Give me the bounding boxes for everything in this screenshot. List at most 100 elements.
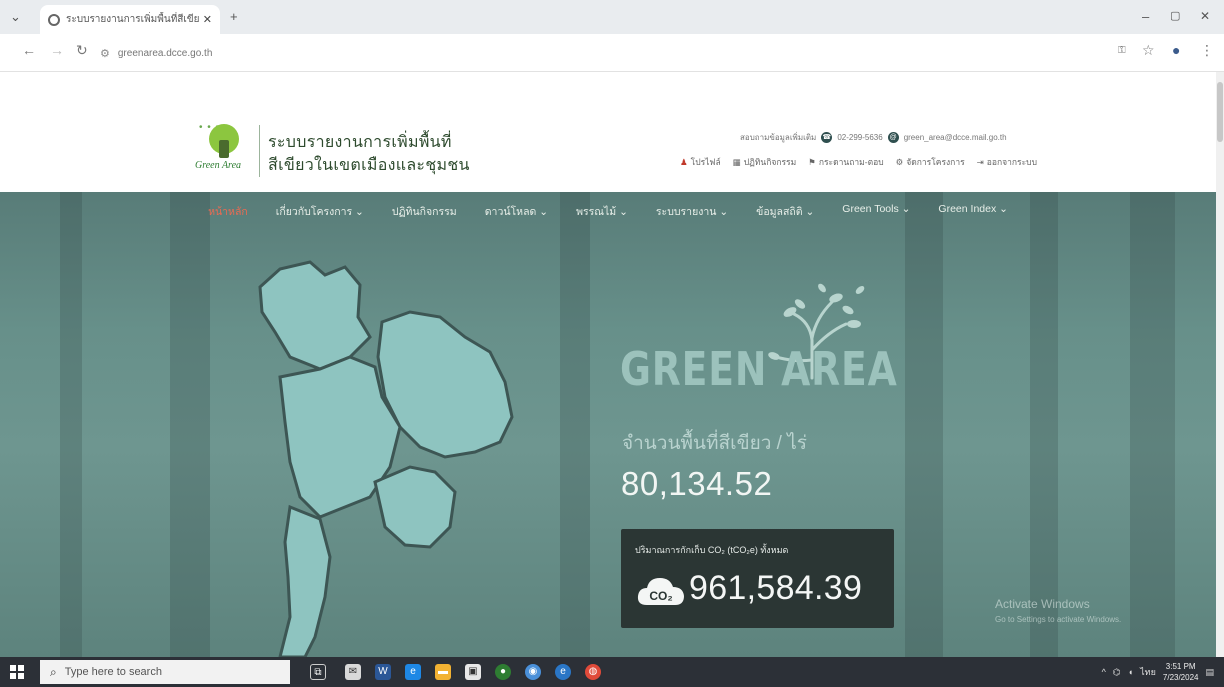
bg-trunk <box>60 192 82 657</box>
reload-icon[interactable]: ↻ <box>76 42 88 59</box>
activate-windows-watermark: Activate Windows Go to Settings to activ… <box>995 597 1121 627</box>
site-title-line1: ระบบรายงานการเพิ่มพื้นที่ <box>268 134 452 151</box>
contact-email[interactable]: green_area@dcce.mail.go.th <box>904 133 1007 142</box>
contact-info: สอบถามข้อมูลเพิ่มเติม ☎ 02-299-5636 @ gr… <box>740 131 1007 144</box>
menu-download[interactable]: ดาวน์โหลด ⌄ <box>485 203 548 229</box>
link-calendar[interactable]: ▦ ปฏิทินกิจกรรม <box>733 155 797 169</box>
co2-value: 961,584.39 <box>689 569 863 607</box>
green-area-value: 80,134.52 <box>621 465 773 502</box>
address-bar-row: ← → ↻ ⚙ greenarea.dcce.go.th ⚿ ☆ ● ⋮ <box>0 34 1224 72</box>
forward-icon[interactable]: → <box>50 42 64 58</box>
menu-plants[interactable]: พรรณไม้ ⌄ <box>576 203 628 229</box>
contact-phone[interactable]: 02-299-5636 <box>837 133 882 142</box>
notification-icon[interactable]: ▤ <box>1205 667 1214 678</box>
menu-statistics[interactable]: ข้อมูลสถิติ ⌄ <box>756 203 814 229</box>
bookmark-star-icon[interactable]: ☆ <box>1142 42 1155 59</box>
logo-tree-icon <box>219 140 229 158</box>
close-window-button[interactable]: ✕ <box>1200 9 1210 23</box>
back-icon[interactable]: ← <box>22 42 36 58</box>
site-title-line2: สีเขียวในเขตเมืองและชุมชน <box>268 157 470 174</box>
logout-icon: ⇥ <box>976 157 984 167</box>
clock-time: 3:51 PM <box>1165 662 1196 671</box>
link-qa-board[interactable]: ⚑ กระดานถาม-ตอบ <box>808 155 883 169</box>
store-icon[interactable]: ▣ <box>465 664 481 680</box>
hero-subtitle: จำนวนพื้นที่สีเขียว / ไร่ <box>622 433 807 454</box>
flag-icon: ⚑ <box>808 157 816 167</box>
menu-calendar[interactable]: ปฏิทินกิจกรรม <box>392 203 457 229</box>
windows-taskbar: ⌕ Type here to search ⧉ ✉ W e ▬ ▣ ● ◉ e … <box>0 657 1224 687</box>
browser-tab[interactable]: ระบบรายงานการเพิ่มพื้นที่สีเขียว ✕ <box>40 5 220 34</box>
menu-green-tools[interactable]: Green Tools ⌄ <box>842 203 910 229</box>
site-header: • • • Green Area ระบบรายงานการเพิ่มพื้นท… <box>0 72 1216 192</box>
url-text: greenarea.dcce.go.th <box>117 47 213 59</box>
thailand-map[interactable] <box>250 257 550 657</box>
maximize-button[interactable]: ▢ <box>1170 9 1180 22</box>
map-region-east <box>373 465 457 549</box>
url-field[interactable]: ⚙ greenarea.dcce.go.th <box>100 40 1100 66</box>
menu-green-index[interactable]: Green Index ⌄ <box>938 203 1008 229</box>
browser-tab-bar: ⌄ ระบบรายงานการเพิ่มพื้นที่สีเขียว ✕ + –… <box>0 0 1224 34</box>
watermark-line1: Activate Windows <box>995 597 1090 611</box>
tab-search-icon[interactable]: ⌄ <box>10 9 21 25</box>
bg-trunk <box>170 192 210 657</box>
watermark-line2: Go to Settings to activate Windows. <box>995 615 1122 624</box>
minimize-button[interactable]: – <box>1142 9 1149 24</box>
edge-icon[interactable]: e <box>405 664 421 680</box>
calendar-icon: ▦ <box>732 157 741 167</box>
word-icon[interactable]: W <box>375 664 391 680</box>
new-tab-button[interactable]: + <box>230 9 238 24</box>
profile-icon[interactable]: ● <box>1172 42 1180 58</box>
contact-label: สอบถามข้อมูลเพิ่มเติม <box>740 133 817 142</box>
phone-icon: ☎ <box>821 132 833 143</box>
site-info-icon[interactable]: ⚙ <box>100 47 110 60</box>
internet-explorer-icon[interactable]: e <box>555 664 571 680</box>
chrome-icon[interactable]: ◍ <box>585 664 601 680</box>
gear-icon: ⚙ <box>895 157 904 167</box>
network-icon[interactable]: ⌬ <box>1113 667 1121 678</box>
hero-title: GREEN AREA <box>620 342 898 396</box>
system-tray: ^ ⌬ ◖ ไทย 3:51 PM 7/23/2024 ▤ <box>1102 661 1214 683</box>
language-icon[interactable]: ไทย <box>1140 665 1156 679</box>
header-links: ♟ โปรไฟล์ ▦ ปฏิทินกิจกรรม ⚑ กระดานถาม-ตอบ ⚙… <box>680 155 1037 169</box>
co2-label: ปริมาณการกักเก็บ CO₂ (tCO₂e) ทั้งหมด <box>635 545 789 555</box>
taskbar-clock[interactable]: 3:51 PM 7/23/2024 <box>1163 661 1199 683</box>
clock-date: 7/23/2024 <box>1162 673 1199 682</box>
scrollbar-thumb[interactable] <box>1217 82 1223 142</box>
bg-trunk <box>905 192 943 657</box>
main-menu: หน้าหลัก เกี่ยวกับโครงการ ⌄ ปฏิทินกิจกรร… <box>0 203 1216 229</box>
tab-title: ระบบรายงานการเพิ่มพื้นที่สีเขียว <box>66 14 199 25</box>
co2-badge-text: CO₂ <box>649 589 672 603</box>
volume-icon[interactable]: ◖ <box>1128 667 1133 677</box>
mail-icon[interactable]: ✉ <box>345 664 361 680</box>
menu-report[interactable]: ระบบรายงาน ⌄ <box>656 203 728 229</box>
password-key-icon[interactable]: ⚿ <box>1118 45 1126 56</box>
search-placeholder: Type here to search <box>64 666 162 678</box>
task-view-icon[interactable]: ⧉ <box>310 664 326 680</box>
link-profile[interactable]: ♟ โปรไฟล์ <box>680 155 721 169</box>
taskbar-search-input[interactable]: ⌕ Type here to search <box>40 660 290 684</box>
app-icon[interactable]: ◉ <box>525 664 541 680</box>
bg-trunk <box>560 192 590 657</box>
link-manage-project[interactable]: ⚙ จัดการโครงการ <box>896 155 965 169</box>
menu-about[interactable]: เกี่ยวกับโครงการ ⌄ <box>276 203 364 229</box>
co2-cloud-icon: CO₂ <box>637 578 684 605</box>
co2-panel: ปริมาณการกักเก็บ CO₂ (tCO₂e) ทั้งหมด CO₂… <box>621 529 894 628</box>
file-explorer-icon[interactable]: ▬ <box>435 664 451 680</box>
map-region-north <box>258 260 372 371</box>
browser-menu-icon[interactable]: ⋮ <box>1200 42 1214 59</box>
start-button[interactable] <box>10 665 24 679</box>
close-tab-icon[interactable]: ✕ <box>203 13 212 26</box>
tray-chevron-icon[interactable]: ^ <box>1102 667 1106 677</box>
logo-divider <box>259 125 260 177</box>
bg-trunk <box>1130 192 1175 657</box>
line-icon[interactable]: ● <box>495 664 511 680</box>
favicon-icon <box>48 13 60 26</box>
link-logout[interactable]: ⇥ ออกจากระบบ <box>977 155 1037 169</box>
hero-banner: หน้าหลัก เกี่ยวกับโครงการ ⌄ ปฏิทินกิจกรร… <box>0 192 1216 657</box>
logo-text: Green Area <box>195 160 242 171</box>
site-logo[interactable]: • • • Green Area <box>195 120 257 182</box>
menu-home[interactable]: หน้าหลัก <box>208 203 248 229</box>
search-icon: ⌕ <box>50 664 57 679</box>
page-scrollbar[interactable] <box>1216 72 1224 657</box>
map-region-west <box>278 504 332 657</box>
